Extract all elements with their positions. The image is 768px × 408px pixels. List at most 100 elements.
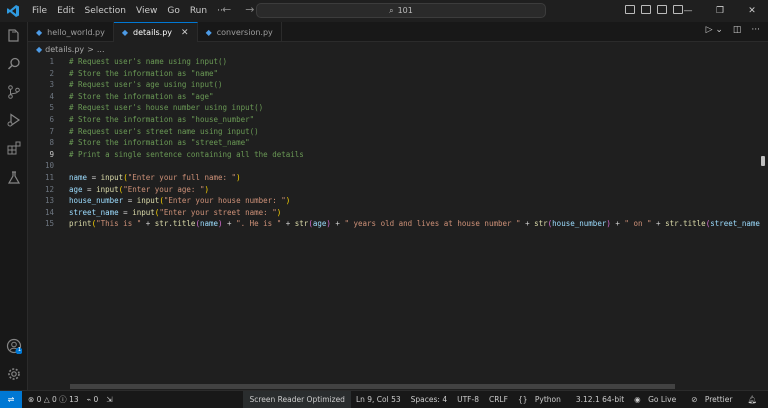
line-number: 15 <box>44 219 54 229</box>
line-number: 6 <box>49 114 54 124</box>
code-text: # Store the information as "house_number… <box>69 114 254 126</box>
split-editor-icon[interactable]: ◫ <box>733 25 742 35</box>
notifications-icon[interactable]: 🔔︎ <box>742 395 762 404</box>
code-line[interactable]: 7 # Request user's street name using inpu… <box>28 126 768 138</box>
run-debug-icon[interactable] <box>6 112 22 128</box>
forward-arrow-icon[interactable]: → <box>245 3 254 16</box>
code-token: # Request user's street name using input… <box>69 126 259 136</box>
back-arrow-icon[interactable]: ← <box>222 3 231 16</box>
source-control-icon[interactable] <box>6 84 22 100</box>
code-line[interactable]: 4 # Store the information as "age" <box>28 91 768 103</box>
status-bar: ⇌ ⊗ 0 △ 0 ⓘ 13 ⌁ 0 ⇲ Screen Reader Optim… <box>0 390 768 408</box>
menu-run[interactable]: Run <box>185 0 212 22</box>
language-mode[interactable]: {} Python <box>513 395 571 404</box>
code-token: title <box>683 219 706 229</box>
breadcrumb-file[interactable]: details.py <box>45 45 84 54</box>
code-text: print("This is " + str.title(name) + ". … <box>69 218 760 230</box>
code-token: age <box>69 184 83 194</box>
code-text: # Store the information as "name" <box>69 68 218 80</box>
code-line[interactable]: 13 house_number = input("Enter your house… <box>28 195 768 207</box>
code-text: street_name = input("Enter your street n… <box>69 207 281 219</box>
code-text: # Request user's house number using inpu… <box>69 102 263 114</box>
code-line[interactable]: 5 # Request user's house number using inp… <box>28 102 768 114</box>
indentation[interactable]: Spaces: 4 <box>406 395 452 404</box>
code-token: # Request user's house number using inpu… <box>69 103 264 113</box>
code-line[interactable]: 12 age = input("Enter your age: ") <box>28 184 768 196</box>
accounts-icon[interactable]: 1 <box>6 338 22 354</box>
testing-icon[interactable] <box>6 170 22 186</box>
code-token: # Store the information as "house_number… <box>69 114 255 124</box>
search-icon[interactable] <box>6 56 22 72</box>
minimize-icon[interactable]: — <box>672 0 704 22</box>
breadcrumb-more[interactable]: ... <box>97 45 105 54</box>
explorer-icon[interactable] <box>6 28 22 44</box>
toggle-sidebar-icon[interactable] <box>625 5 635 14</box>
editor-tabs: ◆ hello_world.py ◆ details.py ✕ ◆ conver… <box>28 22 768 42</box>
code-token: " on " <box>624 219 652 229</box>
code-token: input <box>136 196 160 206</box>
run-file-icon[interactable]: ▷ ⌄ <box>706 25 723 35</box>
close-icon[interactable]: ✕ <box>181 28 189 38</box>
code-token: input <box>132 207 155 217</box>
nav-arrows: ← → <box>222 3 254 16</box>
gear-icon[interactable] <box>6 366 22 382</box>
prettier-status[interactable]: ⊘ Prettier <box>686 395 742 404</box>
code-editor[interactable]: 1 # Request user's name using input() 2 # S… <box>28 56 768 230</box>
python-interpreter[interactable]: 3.12.1 64-bit <box>571 395 629 404</box>
code-token: + <box>610 219 625 229</box>
code-line[interactable]: 6 # Store the information as "house_numbe… <box>28 114 768 126</box>
code-token: + <box>651 219 666 229</box>
code-line[interactable]: 1 # Request user's name using input() <box>28 56 768 68</box>
code-token: house_number <box>69 196 124 206</box>
remote-icon[interactable]: ⇌ <box>0 391 22 408</box>
line-number: 12 <box>44 184 54 194</box>
menu-edit[interactable]: Edit <box>52 0 79 22</box>
restore-icon[interactable]: ❐ <box>704 0 736 22</box>
menu-selection[interactable]: Selection <box>80 0 131 22</box>
tab-conversion[interactable]: ◆ conversion.py <box>198 22 282 42</box>
code-line[interactable]: 2 # Store the information as "name" <box>28 68 768 80</box>
code-token: street_name <box>710 219 760 229</box>
code-line[interactable]: 14 street_name = input("Enter your street… <box>28 207 768 219</box>
menu-go[interactable]: Go <box>162 0 184 22</box>
code-line[interactable]: 10 <box>28 160 768 172</box>
horizontal-scrollbar[interactable] <box>70 384 675 389</box>
menu-file[interactable]: File <box>27 0 52 22</box>
go-live-button[interactable]: ◉ Go Live <box>629 395 686 404</box>
code-text: house_number = input("Enter your house n… <box>69 195 290 207</box>
code-line[interactable]: 8 # Store the information as "street_name… <box>28 137 768 149</box>
share-icon[interactable]: ⇲ <box>106 395 112 404</box>
code-token: age <box>312 219 327 229</box>
screen-reader-status[interactable]: Screen Reader Optimized <box>243 391 351 408</box>
encoding[interactable]: UTF-8 <box>452 395 484 404</box>
code-token: "Enter your street name: " <box>159 207 277 217</box>
code-token: "Enter your age: " <box>123 184 205 194</box>
vscode-logo-icon <box>5 3 21 19</box>
code-line[interactable]: 15 print("This is " + str.title(name) + "… <box>28 218 768 230</box>
tab-hello-world[interactable]: ◆ hello_world.py <box>28 22 114 42</box>
code-line[interactable]: 9 # Print a single sentence containing al… <box>28 149 768 161</box>
code-token: street_name <box>69 207 119 217</box>
more-actions-icon[interactable]: ··· <box>751 25 760 35</box>
tab-details[interactable]: ◆ details.py ✕ <box>113 22 198 42</box>
code-line[interactable]: 3 # Request user's age using input() <box>28 79 768 91</box>
line-number: 9 <box>49 149 54 159</box>
minimap-slider[interactable] <box>761 156 765 166</box>
info-count: 13 <box>69 395 79 404</box>
line-ending[interactable]: CRLF <box>484 395 513 404</box>
code-token: = <box>87 172 101 182</box>
line-number: 13 <box>44 196 54 206</box>
code-line[interactable]: 11 name = input("Enter your full name: ") <box>28 172 768 184</box>
code-token: ) <box>204 184 209 194</box>
close-window-icon[interactable]: ✕ <box>736 0 768 22</box>
breadcrumb-separator: > <box>87 44 94 54</box>
command-center-search[interactable]: ⌕ 101 <box>256 3 546 18</box>
python-file-icon: ◆ <box>36 44 43 54</box>
problems-status[interactable]: ⊗ 0 △ 0 ⓘ 13 <box>28 394 79 405</box>
cursor-position[interactable]: Ln 9, Col 53 <box>351 395 406 404</box>
menu-view[interactable]: View <box>131 0 162 22</box>
ports-status[interactable]: ⌁ 0 <box>87 395 99 404</box>
toggle-panel-icon[interactable] <box>641 5 651 14</box>
extensions-icon[interactable] <box>6 140 22 156</box>
toggle-secondary-sidebar-icon[interactable] <box>657 5 667 14</box>
